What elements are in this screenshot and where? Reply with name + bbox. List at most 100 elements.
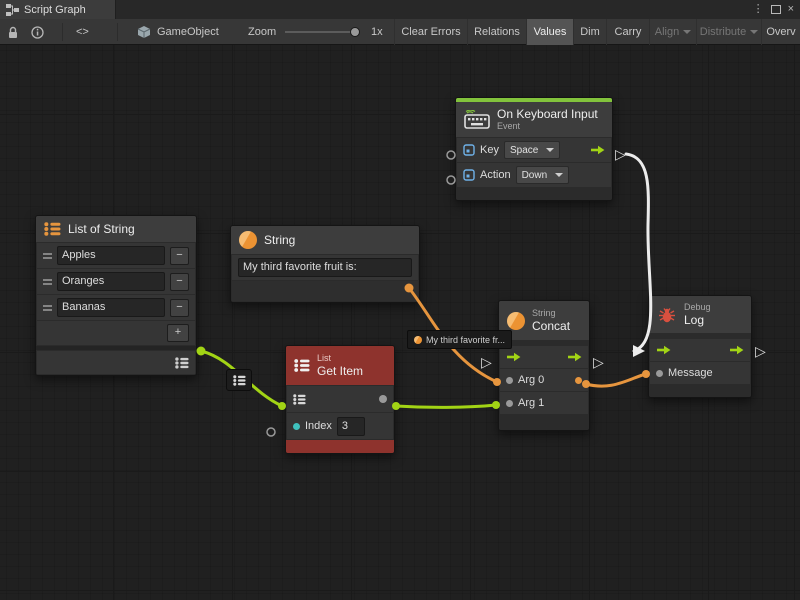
node-header: List of String bbox=[36, 216, 196, 242]
index-row: Index 3 bbox=[287, 413, 393, 439]
zoom-slider-knob[interactable] bbox=[350, 27, 360, 37]
action-dropdown[interactable]: Down bbox=[516, 166, 570, 184]
list-item-field[interactable]: Oranges bbox=[57, 272, 165, 291]
dim-button[interactable]: Dim bbox=[573, 19, 606, 45]
message-port-dot[interactable] bbox=[656, 370, 663, 377]
zoom-value: 1x bbox=[371, 19, 383, 45]
string-output-row bbox=[232, 281, 418, 301]
list-item-row: Apples − bbox=[37, 243, 195, 268]
arg1-label: Arg 1 bbox=[518, 397, 544, 409]
drag-handle-icon[interactable] bbox=[43, 253, 52, 259]
drag-handle-icon[interactable] bbox=[43, 305, 52, 311]
title-bar: Script Graph ⋮ × bbox=[0, 0, 800, 20]
node-title: Log bbox=[684, 313, 711, 327]
wire-concat-to-log[interactable] bbox=[586, 374, 646, 386]
clear-errors-button[interactable]: Clear Errors bbox=[394, 19, 467, 45]
gameobject-label: GameObject bbox=[157, 26, 219, 38]
remove-item-button[interactable]: − bbox=[170, 273, 189, 291]
remove-item-button[interactable]: − bbox=[170, 247, 189, 265]
node-header: On Keyboard Input Event bbox=[456, 102, 612, 137]
node-concat[interactable]: String Concat Arg 0 bbox=[498, 300, 590, 431]
tab-script-graph[interactable]: Script Graph bbox=[0, 0, 116, 19]
align-button[interactable]: Align bbox=[649, 19, 696, 45]
arg0-row: Arg 0 bbox=[500, 369, 588, 391]
close-icon[interactable]: × bbox=[788, 0, 794, 19]
node-footer bbox=[456, 188, 612, 200]
distribute-label: Distribute bbox=[700, 26, 746, 38]
flow-triangle-icon: ▷ bbox=[755, 344, 766, 358]
keyboard-icon bbox=[464, 110, 490, 129]
graph-canvas[interactable]: On Keyboard Input Event Key Space bbox=[0, 45, 800, 600]
zoom-slider[interactable] bbox=[285, 31, 357, 33]
list-input-row bbox=[287, 386, 393, 412]
node-header: Debug Log bbox=[649, 296, 751, 333]
action-label: Action bbox=[480, 169, 511, 181]
overview-button[interactable]: Overv bbox=[761, 19, 800, 45]
list-icon bbox=[175, 357, 189, 369]
port-keyboard-action-input[interactable] bbox=[447, 176, 455, 184]
action-value: Down bbox=[522, 170, 548, 181]
lock-button[interactable] bbox=[7, 19, 19, 45]
gameobject-selector[interactable]: GameObject bbox=[137, 19, 219, 45]
flow-output-arrow-icon[interactable] bbox=[729, 345, 744, 355]
key-label: Key bbox=[480, 144, 499, 156]
arg0-label: Arg 0 bbox=[518, 374, 544, 386]
remove-item-button[interactable]: − bbox=[170, 299, 189, 317]
string-type-icon bbox=[239, 231, 257, 249]
chevron-down-icon bbox=[750, 30, 758, 34]
values-button[interactable]: Values bbox=[526, 19, 573, 45]
flow-input-arrow-icon[interactable] bbox=[506, 352, 521, 362]
keycode-icon bbox=[463, 169, 475, 181]
result-port-dot[interactable] bbox=[575, 377, 582, 384]
index-field[interactable]: 3 bbox=[337, 417, 365, 436]
node-string-literal[interactable]: String My third favorite fruit is: bbox=[230, 225, 420, 303]
string-value-bubble: My third favorite fr... bbox=[407, 330, 512, 349]
list-icon bbox=[233, 375, 246, 386]
list-item-field[interactable]: Bananas bbox=[57, 298, 165, 317]
inspect-button[interactable] bbox=[31, 19, 44, 45]
string-value-preview: My third favorite fr... bbox=[426, 335, 505, 345]
arg0-port-dot[interactable] bbox=[506, 377, 513, 384]
node-on-keyboard-input[interactable]: On Keyboard Input Event Key Space bbox=[455, 97, 613, 201]
flow-row bbox=[650, 339, 750, 361]
node-list-of-string[interactable]: List of String Apples − Oranges − Banana… bbox=[35, 215, 197, 376]
wire-getitem-to-concat[interactable] bbox=[396, 405, 496, 407]
port-getitem-index-input[interactable] bbox=[267, 428, 275, 436]
port-keyboard-key-input[interactable] bbox=[447, 151, 455, 159]
node-category: List bbox=[317, 353, 363, 364]
distribute-button[interactable]: Distribute bbox=[696, 19, 761, 45]
add-item-button[interactable]: + bbox=[167, 324, 189, 342]
relations-button[interactable]: Relations bbox=[467, 19, 526, 45]
list-value-badge bbox=[226, 369, 252, 391]
window-controls: ⋮ × bbox=[753, 0, 798, 19]
node-get-item[interactable]: List Get Item Index 3 bbox=[285, 345, 395, 454]
node-header: List Get Item bbox=[286, 346, 394, 385]
arg1-row: Arg 1 bbox=[500, 392, 588, 414]
node-log[interactable]: Debug Log Message bbox=[648, 295, 752, 398]
key-row: Key Space bbox=[457, 138, 611, 162]
maximize-icon[interactable] bbox=[771, 5, 781, 14]
message-row: Message bbox=[650, 362, 750, 384]
arg1-port-dot[interactable] bbox=[506, 400, 513, 407]
index-label: Index bbox=[305, 420, 332, 432]
string-value-field[interactable]: My third favorite fruit is: bbox=[238, 258, 412, 277]
node-footer bbox=[649, 385, 751, 397]
edit-code-button[interactable]: <> bbox=[76, 19, 89, 45]
drag-handle-icon[interactable] bbox=[43, 279, 52, 285]
port-list-output[interactable] bbox=[197, 347, 206, 356]
carry-button[interactable]: Carry bbox=[606, 19, 649, 45]
flow-input-arrow-icon[interactable] bbox=[656, 345, 671, 355]
flow-triangle-icon: ▷ bbox=[593, 355, 604, 369]
info-icon bbox=[31, 26, 44, 39]
window-menu-icon[interactable]: ⋮ bbox=[753, 0, 764, 19]
wire-arrowhead bbox=[633, 345, 645, 357]
node-divider bbox=[36, 346, 196, 350]
flow-output-arrow-icon[interactable] bbox=[590, 145, 605, 155]
key-dropdown[interactable]: Space bbox=[504, 141, 560, 159]
message-label: Message bbox=[668, 367, 713, 379]
flow-output-arrow-icon[interactable] bbox=[567, 352, 582, 362]
output-port-dot[interactable] bbox=[379, 395, 387, 403]
list-item-field[interactable]: Apples bbox=[57, 246, 165, 265]
zoom-label: Zoom bbox=[248, 19, 276, 45]
index-port-dot[interactable] bbox=[293, 423, 300, 430]
